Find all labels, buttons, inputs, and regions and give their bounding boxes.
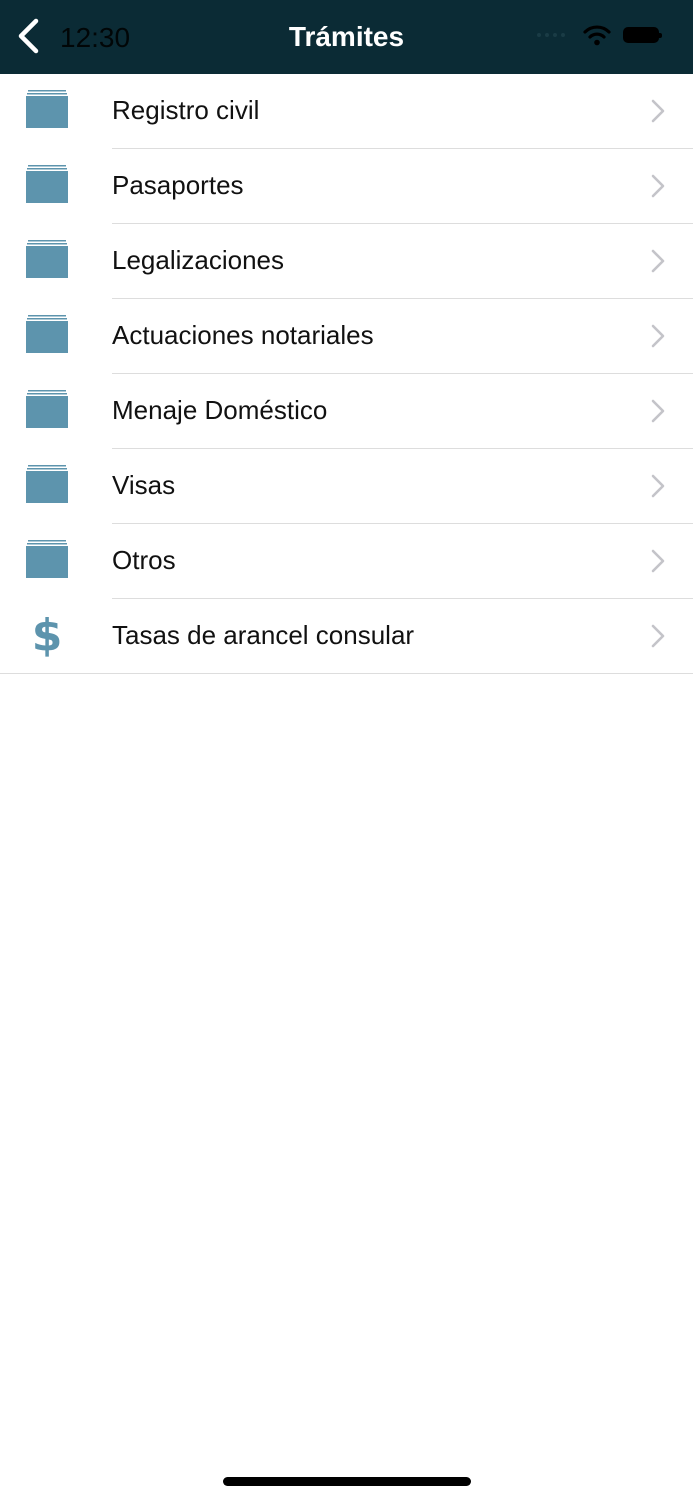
chevron-right-icon bbox=[651, 474, 665, 498]
folder-icon bbox=[26, 240, 68, 278]
home-indicator[interactable] bbox=[223, 1477, 471, 1486]
list-item-actuaciones-notariales[interactable]: Actuaciones notariales bbox=[0, 299, 693, 374]
chevron-right-icon bbox=[651, 99, 665, 123]
list-item-tasas-de-arancel-consular[interactable]: $ Tasas de arancel consular bbox=[0, 599, 693, 674]
procedures-list: Registro civil Pasaportes Legalizaciones bbox=[0, 74, 693, 674]
list-item-label: Actuaciones notariales bbox=[112, 320, 374, 350]
list-item-label: Legalizaciones bbox=[112, 245, 285, 275]
chevron-right-icon bbox=[651, 324, 665, 348]
signal-icon bbox=[537, 33, 565, 37]
battery-icon bbox=[623, 27, 662, 43]
list-item-label: Registro civil bbox=[112, 95, 260, 125]
list-item-registro-civil[interactable]: Registro civil bbox=[0, 74, 693, 149]
list-item-otros[interactable]: Otros bbox=[0, 524, 693, 599]
list-item-pasaportes[interactable]: Pasaportes bbox=[0, 149, 693, 224]
list-item-menaje-domestico[interactable]: Menaje Doméstico bbox=[0, 374, 693, 449]
list-item-label: Pasaportes bbox=[112, 170, 244, 200]
folder-icon bbox=[26, 315, 68, 353]
folder-icon bbox=[26, 540, 68, 578]
list-item-visas[interactable]: Visas bbox=[0, 449, 693, 524]
list-item-legalizaciones[interactable]: Legalizaciones bbox=[0, 224, 693, 299]
dollar-icon: $ bbox=[31, 610, 63, 661]
list-item-label: Otros bbox=[112, 545, 176, 575]
folder-icon bbox=[26, 90, 68, 128]
list-item-label: Tasas de arancel consular bbox=[112, 620, 415, 650]
status-icons bbox=[537, 24, 662, 46]
chevron-right-icon bbox=[651, 399, 665, 423]
chevron-right-icon bbox=[651, 624, 665, 648]
list-item-label: Menaje Doméstico bbox=[112, 395, 328, 425]
chevron-right-icon bbox=[651, 549, 665, 573]
separator bbox=[0, 673, 693, 674]
folder-icon bbox=[26, 390, 68, 428]
folder-icon bbox=[26, 465, 68, 503]
chevron-right-icon bbox=[651, 249, 665, 273]
list-item-label: Visas bbox=[112, 470, 176, 500]
wifi-icon bbox=[583, 25, 611, 46]
navigation-bar: 12:30 Trámites bbox=[0, 0, 693, 74]
folder-icon bbox=[26, 165, 68, 203]
chevron-right-icon bbox=[651, 174, 665, 198]
